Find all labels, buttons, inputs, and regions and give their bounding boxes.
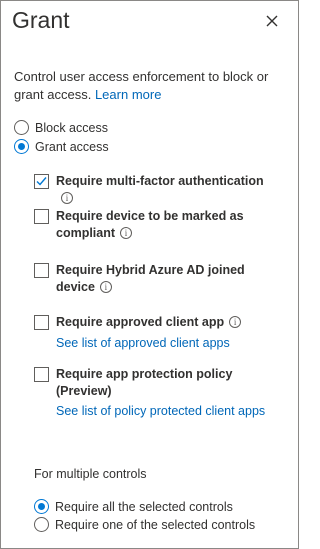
app-protection-policy-checkbox[interactable] [34,367,49,382]
approved-client-app-label: Require approved client app i [56,314,276,331]
checkmark-icon [36,177,47,186]
block-access-radio[interactable] [14,120,29,135]
approved-client-apps-link[interactable]: See list of approved client apps [56,335,230,351]
block-access-label: Block access [35,120,108,135]
compliant-device-label: Require device to be marked as compliant… [56,209,244,240]
info-icon[interactable]: i [61,191,73,204]
close-button[interactable] [263,12,281,30]
grant-access-option[interactable]: Grant access [14,139,109,154]
grant-access-radio[interactable] [14,139,29,154]
require-all-radio[interactable] [34,499,49,514]
require-one-label: Require one of the selected controls [55,517,256,532]
learn-more-link[interactable]: Learn more [95,87,161,102]
require-one-radio[interactable] [34,517,49,532]
app-protection-policy-label: Require app protection policy (Preview) [56,367,233,398]
require-all-option[interactable]: Require all the selected controls [34,499,233,514]
require-one-option[interactable]: Require one of the selected controls [34,517,255,532]
policy-protected-apps-link[interactable]: See list of policy protected client apps [56,403,265,419]
require-all-label: Require all the selected controls [55,499,233,514]
grant-access-label: Grant access [35,139,109,154]
mfa-label: Require multi-factor authenticationi [56,174,264,204]
block-access-option[interactable]: Block access [14,120,108,135]
compliant-device-checkbox[interactable] [34,209,49,224]
multiple-controls-heading: For multiple controls [34,467,147,481]
mfa-checkbox[interactable] [34,174,49,189]
info-icon[interactable]: i [99,280,112,293]
panel-description: Control user access enforcement to block… [14,68,284,104]
hybrid-joined-label: Require Hybrid Azure AD joined device i [56,263,245,294]
close-icon [266,15,278,27]
approved-client-app-checkbox[interactable] [34,315,49,330]
hybrid-joined-checkbox[interactable] [34,263,49,278]
panel-title: Grant [12,7,70,33]
info-icon[interactable]: i [120,226,133,239]
grant-panel: Grant Control user access enforcement to… [0,0,299,549]
info-icon[interactable]: i [229,315,242,328]
